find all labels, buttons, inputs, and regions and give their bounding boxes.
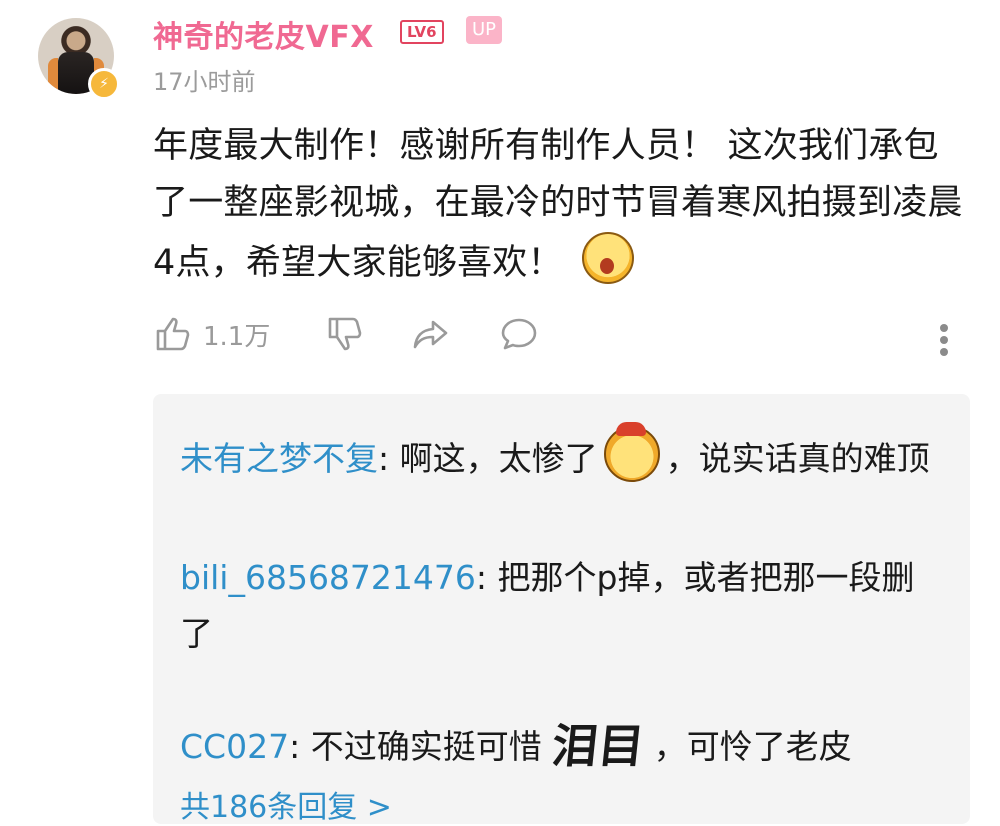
share-icon — [413, 320, 448, 349]
reply-item[interactable]: 未有之梦不复: 啊这，太惨了 ，说实话真的难顶 — [180, 422, 940, 487]
reply-text-tail: ，可怜了老皮 — [653, 727, 852, 766]
reply-author[interactable]: bili_68568721476 — [180, 558, 476, 597]
reply-text-tail: ，说实话真的难顶 — [665, 439, 930, 478]
lightning-icon: ⚡ — [88, 68, 120, 100]
tears-sticker: 泪目 — [548, 719, 647, 773]
comment-avatar[interactable]: ⚡ — [38, 18, 120, 100]
reply-button[interactable] — [499, 314, 539, 354]
like-count: 1.1万 — [203, 321, 271, 352]
comment-icon — [501, 318, 537, 350]
reply-author[interactable]: CC027 — [180, 727, 289, 766]
shocked-emoji-icon — [582, 232, 634, 284]
comment-text: 年度最大制作！感谢所有制作人员！ 这次我们承包了一整座影视城，在最冷的时节冒着寒… — [153, 126, 963, 283]
view-more-replies-link[interactable]: 共186条回复 > — [180, 782, 392, 826]
reply-item[interactable]: CC027: 不过确实挺可惜 泪目 ，可怜了老皮 — [180, 718, 940, 775]
up-badge: UP — [466, 16, 503, 44]
more-options-icon[interactable] — [938, 320, 950, 360]
share-button[interactable] — [411, 314, 451, 354]
thumb-up-icon — [156, 317, 190, 351]
comment-content: 年度最大制作！感谢所有制作人员！ 这次我们承包了一整座影视城，在最冷的时节冒着寒… — [153, 118, 973, 292]
level-badge: LV6 — [400, 20, 444, 44]
reply-text: 不过确实挺可惜 — [310, 727, 542, 766]
reply-author[interactable]: 未有之梦不复 — [180, 439, 378, 478]
thumb-down-icon — [328, 317, 362, 351]
reply-text: 啊这，太惨了 — [399, 439, 598, 478]
comment-actions: 1.1万 — [153, 314, 973, 364]
like-button[interactable]: 1.1万 — [153, 314, 270, 354]
comment-username[interactable]: 神奇的老皮VFX — [153, 12, 374, 56]
replies-panel: 未有之梦不复: 啊这，太惨了 ，说实话真的难顶 bili_68568721476:… — [153, 394, 970, 826]
facepalm-emoji-icon — [603, 422, 660, 482]
comment-time: 17小时前 — [153, 68, 256, 96]
reply-item[interactable]: bili_68568721476: 把那个p掉，或者把那一段删了 — [180, 550, 940, 662]
dislike-button[interactable] — [325, 314, 365, 354]
